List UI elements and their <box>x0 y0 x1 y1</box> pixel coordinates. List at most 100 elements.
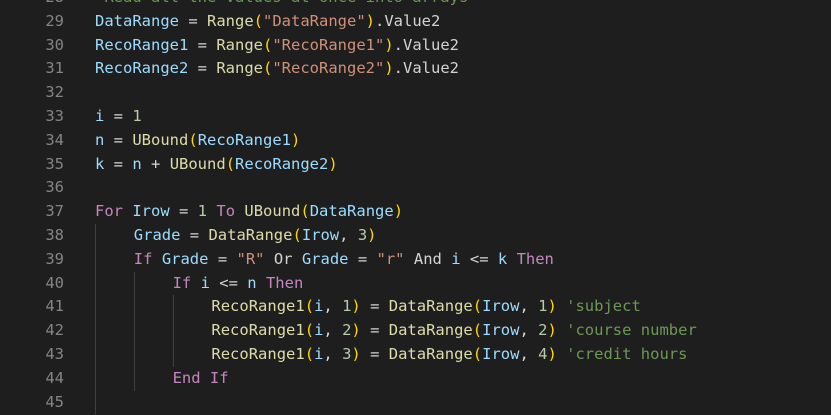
line-number: 38 <box>45 225 64 244</box>
code-token: ( <box>300 202 310 221</box>
code-token: RecoRange1 <box>211 344 305 363</box>
code-token: "DataRange" <box>263 11 366 30</box>
code-line[interactable]: 36 <box>0 176 831 200</box>
code-token: RecoRange2 <box>95 59 189 78</box>
code-text: RecoRange1 = Range("RecoRange1").Value2 <box>95 34 459 58</box>
code-token: k <box>95 154 105 173</box>
indent-guide <box>133 342 135 367</box>
code-line[interactable]: 38 Grade = DataRange(Irow, 3) <box>0 223 831 248</box>
code-token: "R" <box>236 249 265 268</box>
code-token: For <box>95 202 123 221</box>
code-text: If Grade = "R" Or Grade = "r" And i <= k… <box>134 248 554 272</box>
code-text: i = 1 <box>95 105 142 129</box>
code-line[interactable]: 44 End If <box>0 366 831 391</box>
code-token: ( <box>263 59 273 78</box>
code-token: ) <box>384 35 394 54</box>
code-token: Grade <box>133 225 181 244</box>
code-token: 'subject <box>566 297 641 316</box>
indent-guide <box>95 295 96 320</box>
code-token: = <box>169 202 198 221</box>
code-token: DataRange <box>309 202 394 221</box>
code-line[interactable]: 32 <box>0 81 831 105</box>
code-line[interactable]: 43 RecoRange1(i, 3) = DataRange(Irow, 4) … <box>0 342 831 367</box>
code-token: ( <box>472 321 483 340</box>
code-lines[interactable]: 28 'Read all the values at once into arra… <box>0 0 831 415</box>
code-token: ) <box>351 297 361 316</box>
code-token: RecoRange1 <box>95 35 189 54</box>
code-line[interactable]: 31 RecoRange2 = Range("RecoRange2").Value… <box>0 57 831 81</box>
code-token: .Value2 <box>393 35 459 54</box>
indent-guide <box>95 223 96 248</box>
indent-guide <box>133 319 135 343</box>
code-token: ) <box>328 154 338 173</box>
code-token: Range <box>216 35 263 54</box>
code-token: ) <box>291 130 301 149</box>
code-token: = <box>208 249 237 268</box>
indent-guide <box>95 342 96 367</box>
code-token: k <box>497 249 508 268</box>
line-number: 40 <box>45 273 64 292</box>
code-token: ( <box>292 225 302 244</box>
code-token: ) <box>393 202 404 221</box>
code-token: ) <box>547 297 557 316</box>
code-token: RecoRange2 <box>235 154 329 173</box>
indent-guide <box>172 319 174 343</box>
code-token: Then <box>516 249 554 268</box>
code-token: Then <box>265 273 304 292</box>
code-line[interactable]: 28 'Read all the values at once into arra… <box>0 0 831 10</box>
code-token: ) <box>547 321 557 340</box>
code-token: + <box>141 154 170 173</box>
code-token: = <box>360 297 389 316</box>
code-text: DataRange = Range("DataRange").Value2 <box>95 10 440 34</box>
code-text: If i <= n Then <box>173 272 304 296</box>
indent-guide <box>95 366 96 391</box>
code-text: n = UBound(RecoRange1) <box>95 129 300 153</box>
code-token: If <box>172 273 192 292</box>
code-token: DataRange <box>95 11 179 30</box>
code-token: = <box>179 11 207 30</box>
code-line[interactable]: 29 DataRange = Range("DataRange").Value2 <box>0 10 831 34</box>
code-line[interactable]: 34 n = UBound(RecoRange1) <box>0 129 831 153</box>
code-token: UBound <box>132 130 189 149</box>
code-token: "RecoRange1" <box>272 35 385 54</box>
code-line[interactable]: 45 <box>0 390 831 415</box>
code-line[interactable]: 35 k = n + UBound(RecoRange2) <box>0 153 831 177</box>
code-text: RecoRange1(i, 1) = DataRange(Irow, 1) 's… <box>211 295 640 319</box>
code-token: DataRange <box>388 321 473 340</box>
code-token: Range <box>216 59 263 78</box>
line-number: 45 <box>45 392 64 411</box>
line-number: 32 <box>45 83 64 102</box>
code-token: UBound <box>169 154 226 173</box>
code-line[interactable]: 42 RecoRange1(i, 2) = DataRange(Irow, 2) … <box>0 319 831 343</box>
code-editor[interactable]: 28 'Read all the values at once into arra… <box>0 0 831 415</box>
line-number: 44 <box>45 368 64 387</box>
code-token: 'credit hours <box>566 344 688 363</box>
code-token: "r" <box>376 249 405 268</box>
code-token: ) <box>365 11 376 30</box>
code-token: i <box>95 106 105 125</box>
code-line[interactable]: 39 If Grade = "R" Or Grade = "r" And i <=… <box>0 247 831 272</box>
code-token: ( <box>304 344 315 363</box>
code-token: = <box>360 321 389 340</box>
code-token: i <box>314 297 324 316</box>
code-token: , <box>519 321 539 340</box>
code-token: , <box>323 344 343 363</box>
code-token: , <box>323 321 343 340</box>
code-line[interactable]: 33 i = 1 <box>0 105 831 129</box>
code-token: , <box>339 225 358 244</box>
code-token: ) <box>547 344 557 363</box>
code-line[interactable]: 30 RecoRange1 = Range("RecoRange1").Value… <box>0 34 831 58</box>
code-token: i <box>200 273 210 292</box>
code-line[interactable]: 40 If i <= n Then <box>0 271 831 296</box>
code-token: UBound <box>244 202 301 221</box>
code-token: i <box>314 321 324 340</box>
code-token: ) <box>351 344 361 363</box>
code-token: ) <box>367 225 377 244</box>
code-line[interactable]: 37 For Irow = 1 To UBound(DataRange) <box>0 200 831 224</box>
code-line[interactable]: 41 RecoRange1(i, 1) = DataRange(Irow, 1) … <box>0 295 831 320</box>
